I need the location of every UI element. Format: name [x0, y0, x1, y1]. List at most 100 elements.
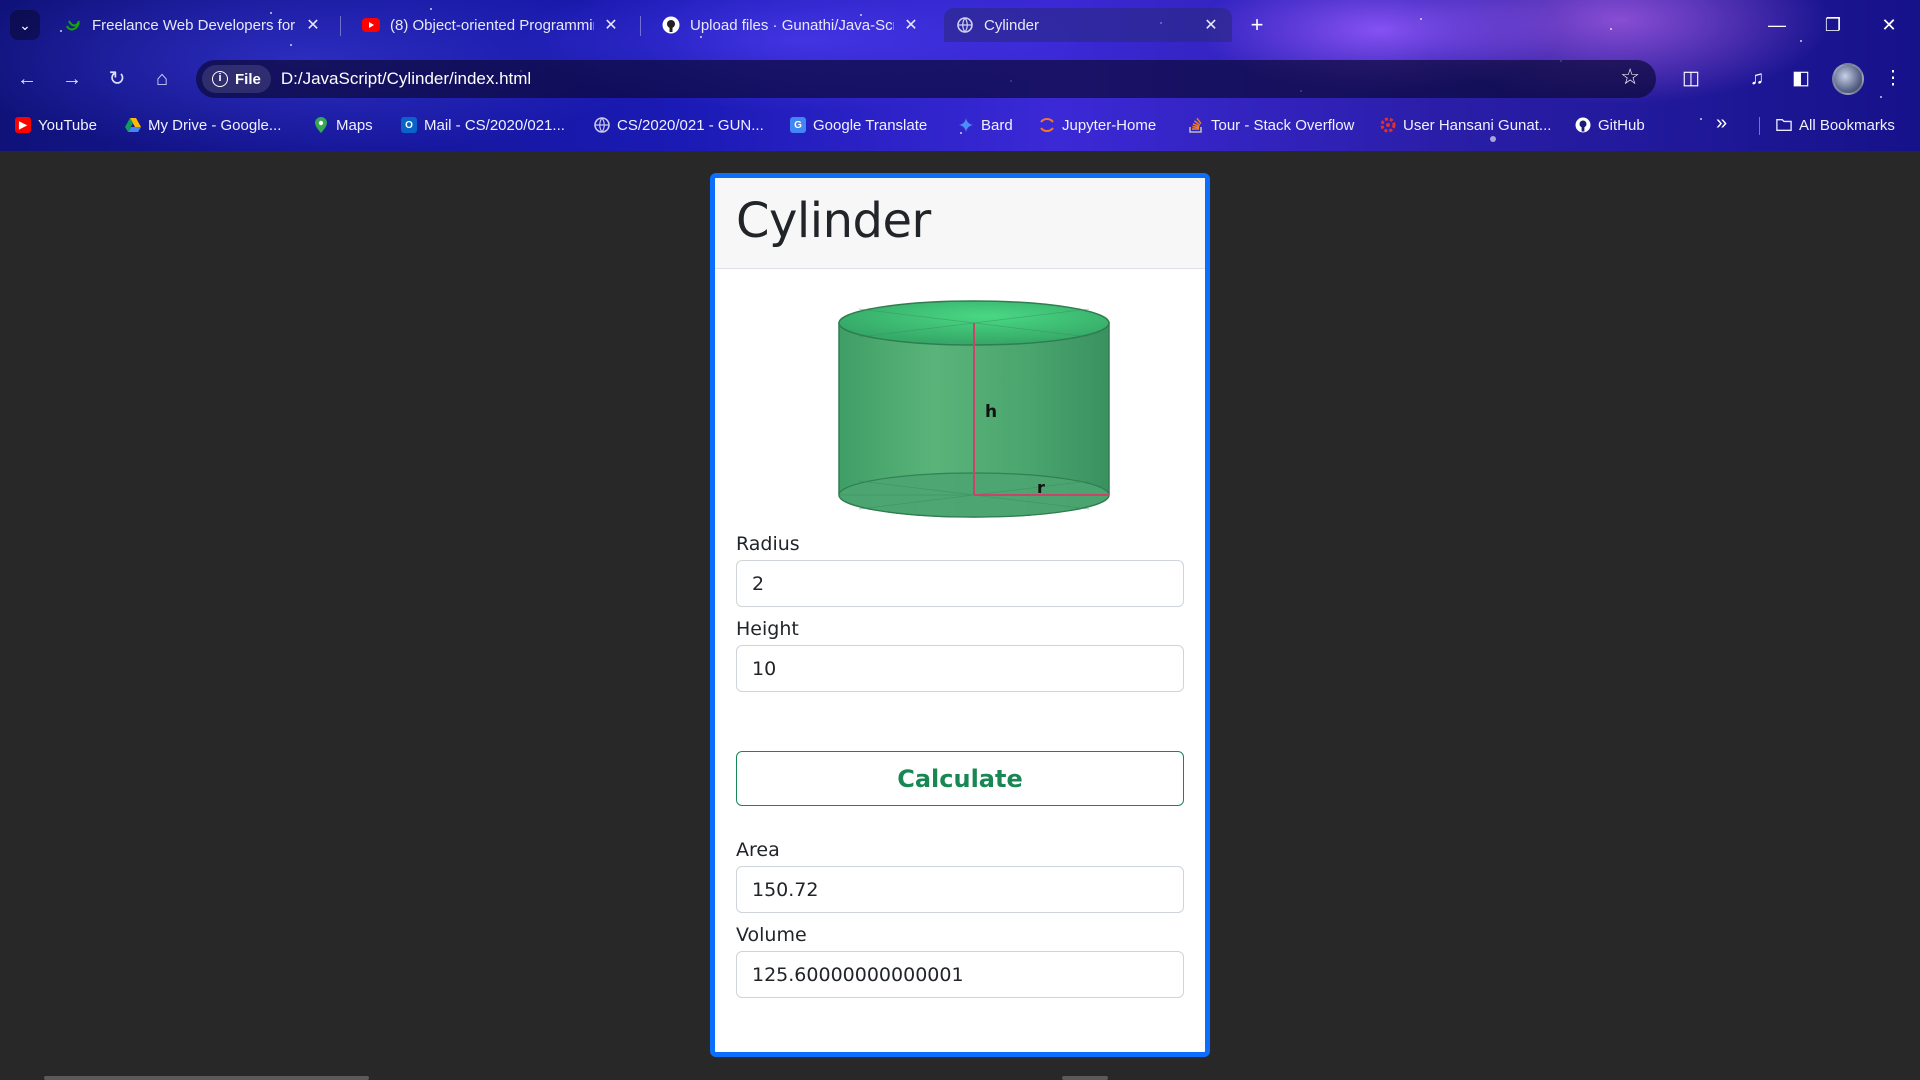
tab-search-button[interactable]: ⌄	[10, 10, 40, 40]
extensions-icon[interactable]: ◫	[1677, 66, 1705, 92]
bookmark-jupyter[interactable]: Jupyter-Home	[1039, 113, 1156, 137]
close-window-button[interactable]: ✕	[1874, 12, 1904, 38]
google-drive-icon	[125, 117, 141, 133]
arrow-right-icon: →	[62, 68, 82, 90]
address-bar[interactable]: i File D:/JavaScript/Cylinder/index.html…	[196, 60, 1656, 98]
bookmark-label: Jupyter-Home	[1062, 116, 1157, 134]
cylinder-card: Cylinder h r Radius 2 Height 10 Calculat…	[710, 173, 1210, 1057]
horizontal-scrollbar[interactable]	[44, 1076, 369, 1080]
tab-youtube[interactable]: (8) Object-oriented Programming ✕	[350, 8, 632, 42]
site-info-label: File	[235, 70, 261, 88]
card-body: h r Radius Height Calculate Area Volume	[715, 269, 1205, 998]
chevron-double-right-icon[interactable]: »	[1716, 112, 1727, 135]
bookmark-user-hansani[interactable]: User Hansani Gunat...	[1380, 113, 1551, 137]
cylinder-figure: h r	[736, 269, 1184, 528]
user-icon	[1380, 117, 1396, 133]
reload-button[interactable]: ↻	[102, 64, 132, 94]
area-output[interactable]	[736, 866, 1184, 913]
close-icon[interactable]: ✕	[304, 15, 322, 35]
globe-icon	[956, 16, 974, 34]
tab-strip: ⌄ Freelance Web Developers for Hire ✕ (8…	[0, 0, 1920, 50]
jupyter-icon	[1039, 117, 1055, 133]
height-label: h	[985, 402, 997, 422]
bard-icon	[958, 117, 974, 133]
github-icon	[1575, 117, 1591, 133]
tab-title: Upload files · Gunathi/Java-Script	[690, 16, 894, 34]
forward-button[interactable]: →	[57, 64, 87, 94]
volume-label-text: Volume	[736, 924, 807, 946]
outlook-icon: O	[401, 117, 417, 133]
bookmark-label: Maps	[336, 116, 373, 134]
bookmark-github[interactable]: GitHub	[1575, 113, 1645, 137]
bookmark-label: GitHub	[1598, 116, 1645, 134]
bookmark-label: Bard	[981, 116, 1013, 134]
page-title: Cylinder	[736, 193, 931, 249]
arrow-left-icon: ←	[17, 68, 37, 90]
minimize-icon: —	[1768, 15, 1786, 35]
bookmark-bard[interactable]: Bard	[958, 113, 1013, 137]
close-icon: ✕	[1881, 15, 1897, 35]
bookmark-stack-overflow[interactable]: Tour - Stack Overflow	[1188, 113, 1354, 137]
tab-title: Freelance Web Developers for Hire	[92, 16, 296, 34]
bookmark-star-icon[interactable]: ☆	[1620, 64, 1640, 90]
restore-icon: ❐	[1824, 15, 1842, 35]
radius-label-text: Radius	[736, 533, 800, 555]
back-button[interactable]: ←	[12, 64, 42, 94]
browser-chrome: ⌄ Freelance Web Developers for Hire ✕ (8…	[0, 0, 1920, 151]
minimize-button[interactable]: —	[1762, 12, 1792, 38]
height-label-text: Height	[736, 618, 799, 640]
url-text[interactable]: D:/JavaScript/Cylinder/index.html	[281, 69, 531, 89]
github-icon	[662, 16, 680, 34]
bookmark-label: Google Translate	[813, 116, 928, 134]
bookmark-youtube[interactable]: ▶ YouTube	[15, 113, 97, 137]
bookmark-mail[interactable]: O Mail - CS/2020/021...	[401, 113, 565, 137]
tab-separator	[640, 16, 641, 36]
bookmark-label: My Drive - Google...	[148, 116, 282, 134]
chevron-down-icon: ⌄	[19, 16, 31, 33]
bookmark-my-drive[interactable]: My Drive - Google...	[125, 113, 281, 137]
side-panel-icon[interactable]: ◧	[1787, 66, 1815, 92]
tab-cylinder[interactable]: Cylinder ✕	[944, 8, 1232, 42]
close-icon[interactable]: ✕	[902, 15, 920, 35]
bookmark-cs-gun[interactable]: CS/2020/021 - GUN...	[594, 113, 764, 137]
bookmark-label: User Hansani Gunat...	[1403, 116, 1552, 134]
close-icon[interactable]: ✕	[602, 15, 620, 35]
site-info-chip[interactable]: i File	[202, 65, 271, 93]
media-control-icon[interactable]: ♫	[1743, 66, 1771, 92]
info-icon: i	[212, 71, 228, 87]
folder-icon	[1776, 117, 1792, 133]
bookmarks-separator	[1759, 117, 1760, 135]
home-icon: ⌂	[155, 68, 169, 90]
tab-title: Cylinder	[984, 16, 1040, 34]
profile-avatar[interactable]	[1832, 63, 1864, 95]
reload-icon: ↻	[108, 68, 126, 90]
google-maps-icon	[313, 117, 329, 133]
height-input[interactable]	[736, 645, 1184, 692]
area-label-text: Area	[736, 839, 780, 861]
menu-kebab-icon[interactable]: ⋮	[1879, 66, 1907, 92]
globe-icon	[594, 117, 610, 133]
restore-button[interactable]: ❐	[1818, 12, 1848, 38]
close-icon[interactable]: ✕	[1202, 15, 1220, 35]
bookmark-label: CS/2020/021 - GUN...	[617, 116, 764, 134]
calculate-button[interactable]: Calculate	[736, 751, 1184, 806]
scrollbar-thumb[interactable]	[1062, 1076, 1108, 1080]
card-header: Cylinder	[715, 178, 1205, 269]
bookmark-label: All Bookmarks	[1799, 116, 1895, 134]
youtube-icon	[362, 16, 380, 34]
bookmark-google-translate[interactable]: G Google Translate	[790, 113, 927, 137]
bookmark-maps[interactable]: Maps	[313, 113, 373, 137]
tab-freelance[interactable]: Freelance Web Developers for Hire ✕	[52, 8, 334, 42]
tab-title: (8) Object-oriented Programming	[390, 16, 594, 34]
bookmarks-bar: ▶ YouTube My Drive - Google... Maps O Ma…	[0, 110, 1920, 140]
new-tab-button[interactable]: +	[1243, 11, 1271, 39]
stackoverflow-icon	[1188, 117, 1204, 133]
tab-github-upload[interactable]: Upload files · Gunathi/Java-Script ✕	[650, 8, 932, 42]
volume-output[interactable]	[736, 951, 1184, 998]
all-bookmarks-button[interactable]: All Bookmarks	[1776, 113, 1895, 137]
tab-separator	[340, 16, 341, 36]
bookmark-label: Mail - CS/2020/021...	[424, 116, 565, 134]
home-button[interactable]: ⌂	[147, 64, 177, 94]
radius-input[interactable]	[736, 560, 1184, 607]
radius-label: r	[1037, 478, 1045, 497]
